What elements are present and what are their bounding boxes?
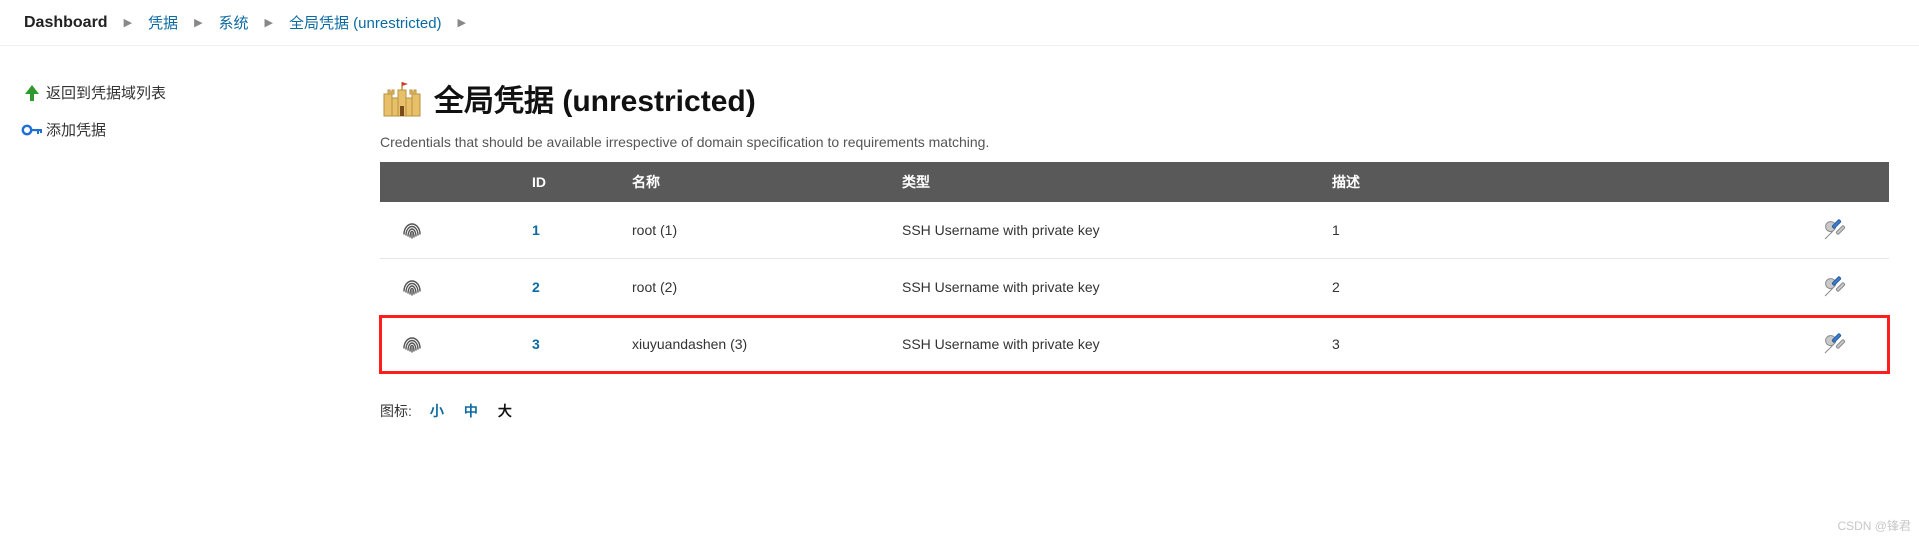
cell-name: root (2) <box>620 259 890 316</box>
cell-id[interactable]: 1 <box>520 202 620 259</box>
icon-size-option[interactable]: 大 <box>498 403 512 419</box>
table-header-row: ID 名称 类型 描述 <box>380 162 1889 202</box>
sidebar: 返回到凭据域列表 添加凭据 <box>0 46 370 451</box>
th-type[interactable]: 类型 <box>890 162 1320 202</box>
cell-desc: 2 <box>1320 259 1809 316</box>
configure-icon[interactable] <box>1809 202 1889 259</box>
sidebar-item-label: 返回到凭据域列表 <box>46 82 166 103</box>
credentials-table: ID 名称 类型 描述 1root (1)SSH Username with p… <box>380 162 1889 373</box>
page-description: Credentials that should be available irr… <box>380 134 1889 150</box>
fingerprint-icon <box>380 316 520 373</box>
chevron-right-icon: ▶ <box>255 16 283 29</box>
watermark: CSDN @锋君 <box>1837 517 1911 534</box>
arrow-up-icon <box>18 83 46 103</box>
breadcrumb-item-credentials[interactable]: 凭据 <box>142 12 184 33</box>
page-title: 全局凭据 (unrestricted) <box>434 76 756 120</box>
sidebar-item-back[interactable]: 返回到凭据域列表 <box>18 74 370 111</box>
th-name[interactable]: 名称 <box>620 162 890 202</box>
cell-id[interactable]: 3 <box>520 316 620 373</box>
configure-icon[interactable] <box>1809 316 1889 373</box>
table-row[interactable]: 3xiuyuandashen (3)SSH Username with priv… <box>380 316 1889 373</box>
main-content: 全局凭据 (unrestricted) Credentials that sho… <box>370 46 1919 451</box>
cell-desc: 3 <box>1320 316 1809 373</box>
icon-size-selector: 图标: 小 中 大 <box>380 401 1889 421</box>
sidebar-item-add-credential[interactable]: 添加凭据 <box>18 111 370 148</box>
th-action <box>1809 162 1889 202</box>
th-icon <box>380 162 520 202</box>
cell-type: SSH Username with private key <box>890 259 1320 316</box>
cell-desc: 1 <box>1320 202 1809 259</box>
th-desc[interactable]: 描述 <box>1320 162 1809 202</box>
breadcrumb-item-system[interactable]: 系统 <box>213 12 255 33</box>
chevron-right-icon: ▶ <box>448 16 476 29</box>
cell-name: root (1) <box>620 202 890 259</box>
icon-size-label: 图标: <box>380 401 412 421</box>
breadcrumb-item-global[interactable]: 全局凭据 (unrestricted) <box>283 12 448 33</box>
breadcrumb-item-dashboard[interactable]: Dashboard <box>18 14 114 32</box>
icon-size-option[interactable]: 中 <box>464 403 478 419</box>
table-row[interactable]: 2root (2)SSH Username with private key2 <box>380 259 1889 316</box>
chevron-right-icon: ▶ <box>184 16 212 29</box>
icon-size-option[interactable]: 小 <box>430 403 444 419</box>
cell-name: xiuyuandashen (3) <box>620 316 890 373</box>
key-icon <box>18 120 46 140</box>
breadcrumb: Dashboard ▶ 凭据 ▶ 系统 ▶ 全局凭据 (unrestricted… <box>0 0 1919 46</box>
cell-type: SSH Username with private key <box>890 202 1320 259</box>
sidebar-item-label: 添加凭据 <box>46 119 106 140</box>
castle-icon <box>380 76 424 120</box>
cell-id[interactable]: 2 <box>520 259 620 316</box>
th-id[interactable]: ID <box>520 162 620 202</box>
fingerprint-icon <box>380 202 520 259</box>
chevron-right-icon: ▶ <box>114 16 142 29</box>
cell-type: SSH Username with private key <box>890 316 1320 373</box>
fingerprint-icon <box>380 259 520 316</box>
configure-icon[interactable] <box>1809 259 1889 316</box>
table-row[interactable]: 1root (1)SSH Username with private key1 <box>380 202 1889 259</box>
